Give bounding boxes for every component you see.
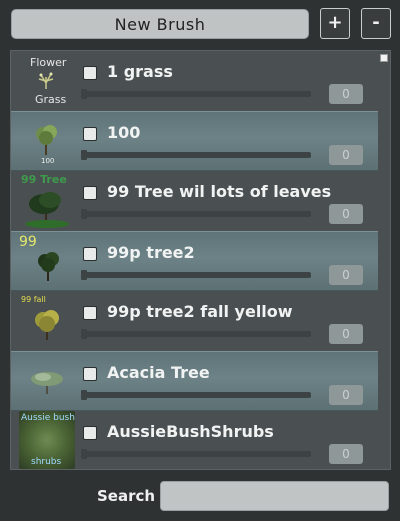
slider-knob[interactable] — [81, 89, 87, 99]
brush-checkbox[interactable] — [83, 306, 97, 320]
slider-knob[interactable] — [81, 270, 87, 280]
tree-100-thumbnail-icon: 100 — [19, 114, 75, 170]
brush-row-aussie-bush-shrubs[interactable]: Aussie bush shrubs AussieBushShrubs 0 — [11, 411, 378, 469]
flower-grass-thumbnail-icon: Flower Grass — [19, 53, 75, 109]
thumb-bottom-text: Grass — [35, 93, 67, 106]
slider-knob[interactable] — [81, 390, 87, 400]
slider-knob[interactable] — [81, 209, 87, 219]
brush-value-field[interactable]: 0 — [329, 324, 363, 344]
brush-value-field[interactable]: 0 — [329, 385, 363, 405]
brush-row-acacia-tree[interactable]: Acacia Tree 0 — [11, 351, 378, 411]
brush-value-field[interactable]: 0 — [329, 265, 363, 285]
brush-checkbox[interactable] — [83, 127, 97, 141]
brush-label: Acacia Tree — [107, 363, 210, 382]
new-brush-button[interactable]: New Brush — [11, 9, 309, 39]
brush-row-99p-tree2[interactable]: 99 99p tree2 0 — [11, 231, 378, 291]
brush-slider[interactable] — [81, 390, 311, 400]
search-label: Search — [97, 487, 156, 505]
brush-value-field[interactable]: 0 — [329, 84, 363, 104]
thumb-caption: 100 — [41, 157, 55, 165]
search-bar: Search — [0, 474, 400, 521]
brush-label: 99p tree2 fall yellow — [107, 302, 293, 321]
thumb-top-text: Flower — [30, 56, 67, 69]
brush-label: 100 — [107, 123, 141, 142]
brush-value-field[interactable]: 0 — [329, 145, 363, 165]
brush-value-field[interactable]: 0 — [329, 444, 363, 464]
add-brush-button[interactable]: + — [320, 8, 350, 39]
brush-row-99p-tree2-fall[interactable]: 99 fall 99p tree2 fall yellow 0 — [11, 291, 378, 351]
brush-slider[interactable] — [81, 150, 311, 160]
brush-label: 99 Tree wil lots of leaves — [107, 182, 332, 201]
brush-label: 1 grass — [107, 62, 173, 81]
brush-row-99-tree-leaves[interactable]: 99 Tree 99 Tree wil lots of leaves 0 — [11, 171, 378, 231]
brush-list: Flower Grass 1 grass 0 100 100 0 99 Tree — [10, 50, 391, 470]
brush-value-field[interactable]: 0 — [329, 204, 363, 224]
brush-slider[interactable] — [81, 89, 311, 99]
thumb-caption: 99 fall — [21, 295, 46, 304]
brush-row-100[interactable]: 100 100 0 — [11, 111, 378, 171]
brush-label: AussieBushShrubs — [107, 422, 274, 441]
brush-row-1-grass[interactable]: Flower Grass 1 grass 0 — [11, 51, 378, 111]
brush-checkbox[interactable] — [83, 186, 97, 200]
acacia-tree-thumbnail-icon — [19, 354, 75, 410]
brush-checkbox[interactable] — [83, 367, 97, 381]
brush-toolbar: New Brush + - — [0, 0, 400, 46]
tree-fall-yellow-thumbnail-icon: 99 fall — [19, 293, 75, 349]
remove-brush-button[interactable]: - — [361, 8, 391, 39]
brush-checkbox[interactable] — [83, 247, 97, 261]
brush-slider[interactable] — [81, 329, 311, 339]
thumb-top-text: Aussie bush — [21, 413, 75, 423]
brush-checkbox[interactable] — [83, 66, 97, 80]
slider-knob[interactable] — [81, 329, 87, 339]
tree-99-leaves-thumbnail-icon: 99 Tree — [19, 173, 75, 229]
slider-knob[interactable] — [81, 449, 87, 459]
thumb-caption: 99 Tree — [21, 173, 67, 186]
brush-slider[interactable] — [81, 209, 311, 219]
list-scrollbar[interactable] — [378, 51, 390, 469]
brush-slider[interactable] — [81, 449, 311, 459]
search-input[interactable] — [160, 481, 389, 511]
thumb-bottom-text: shrubs — [31, 457, 62, 467]
slider-knob[interactable] — [81, 150, 87, 160]
scrollbar-thumb[interactable] — [380, 54, 388, 62]
tree-99p-thumbnail-icon: 99 — [19, 234, 75, 290]
brush-checkbox[interactable] — [83, 426, 97, 440]
aussie-bush-shrubs-thumbnail-icon: Aussie bush shrubs — [19, 411, 75, 469]
brush-slider[interactable] — [81, 270, 311, 280]
brush-label: 99p tree2 — [107, 243, 195, 262]
